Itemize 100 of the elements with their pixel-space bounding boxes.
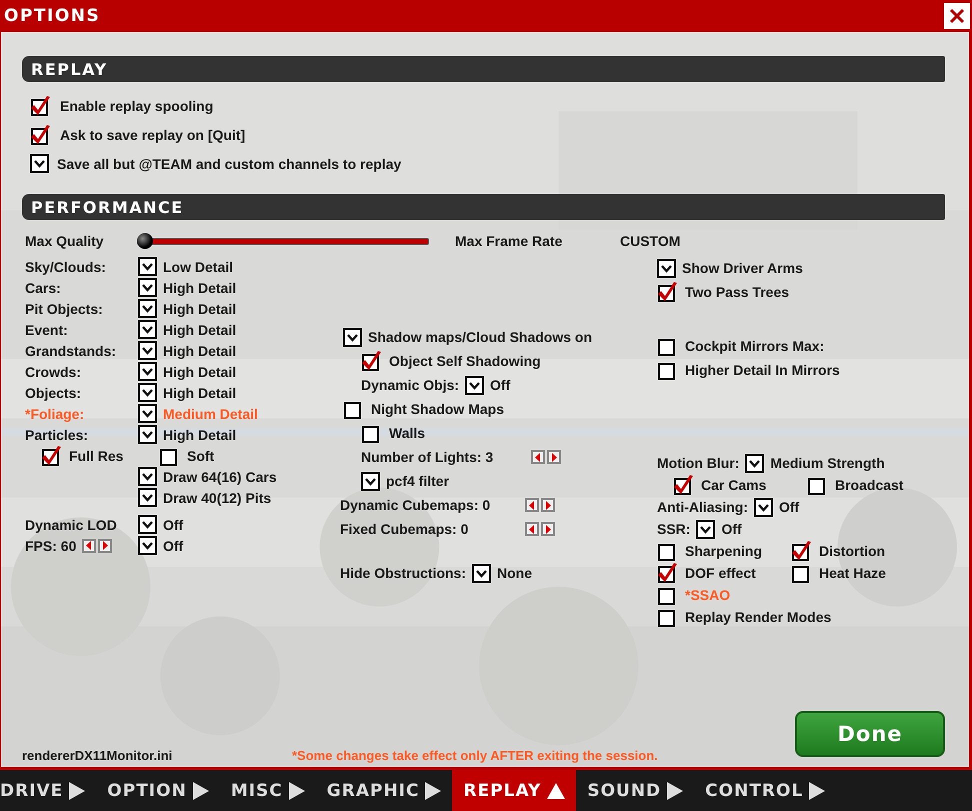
option-label: Particles: bbox=[25, 426, 88, 442]
checkbox[interactable] bbox=[657, 562, 679, 584]
dropdown-button[interactable] bbox=[657, 258, 676, 278]
tab[interactable]: SOUND bbox=[576, 770, 694, 811]
dropdown-button[interactable] bbox=[138, 488, 157, 507]
left-arrow-button[interactable] bbox=[525, 498, 539, 512]
dropdown-button[interactable] bbox=[465, 376, 484, 394]
dropdown-button[interactable] bbox=[754, 498, 773, 516]
dropdown-button[interactable] bbox=[138, 425, 157, 444]
window-title: OPTIONS bbox=[4, 6, 100, 26]
option-label: Off bbox=[779, 499, 800, 515]
right-arrow-button[interactable] bbox=[98, 538, 112, 552]
option-label: Draw 64(16) Cars bbox=[163, 468, 277, 484]
option-label: Shadow maps/Cloud Shadows on bbox=[368, 329, 592, 345]
option-label: Grandstands: bbox=[25, 342, 116, 358]
section-title: PERFORMANCE bbox=[31, 198, 184, 216]
option-label: Cockpit Mirrors Max: bbox=[685, 338, 824, 354]
play-icon bbox=[69, 782, 86, 800]
left-arrow-button[interactable] bbox=[525, 522, 539, 536]
left-arrow-button[interactable] bbox=[82, 538, 96, 552]
option-label: Max Frame Rate bbox=[455, 233, 564, 249]
dropdown-button[interactable] bbox=[138, 278, 157, 297]
right-triangle-icon bbox=[544, 524, 552, 534]
option-label: Distortion bbox=[819, 543, 886, 559]
play-icon bbox=[809, 782, 826, 800]
play-icon bbox=[288, 782, 305, 800]
left-arrow-button[interactable] bbox=[531, 450, 545, 464]
option-label: Fixed Cubemaps: 0 bbox=[340, 521, 468, 537]
option-label: Max Quality bbox=[25, 233, 105, 249]
option-label: Medium Detail bbox=[163, 406, 258, 422]
dropdown-button[interactable] bbox=[138, 383, 157, 402]
option-label: Objects: bbox=[25, 384, 82, 400]
right-arrow-button[interactable] bbox=[541, 522, 555, 536]
dropdown-button[interactable] bbox=[138, 362, 157, 381]
option-label: Save all but @TEAM and custom channels to replay bbox=[57, 156, 402, 172]
left-triangle-icon bbox=[85, 541, 94, 550]
quality-slider[interactable] bbox=[137, 232, 429, 250]
up-triangle-icon bbox=[547, 782, 566, 798]
option-label: High Detail bbox=[163, 364, 236, 380]
option-label: Pit Objects: bbox=[25, 300, 103, 316]
option-label: Number of Lights: 3 bbox=[361, 449, 494, 465]
option-label: Heat Haze bbox=[819, 565, 886, 581]
option-label: High Detail bbox=[163, 426, 236, 442]
tab[interactable]: CONTROL bbox=[694, 770, 836, 811]
tab[interactable]: GRAPHIC bbox=[316, 770, 452, 811]
option-label: High Detail bbox=[163, 342, 236, 358]
done-button[interactable]: Done bbox=[795, 711, 945, 757]
dropdown-button[interactable] bbox=[745, 454, 764, 472]
notice-text: *Some changes take effect only AFTER exiting the session. bbox=[292, 748, 658, 763]
option-label: *Foliage: bbox=[25, 406, 84, 422]
right-arrow-button[interactable] bbox=[541, 498, 555, 512]
play-icon bbox=[425, 782, 442, 800]
dropdown-button[interactable] bbox=[138, 320, 157, 339]
option-label: pcf4 filter bbox=[386, 473, 450, 489]
checkbox[interactable] bbox=[657, 281, 679, 303]
option-label: Sky/Clouds: bbox=[25, 258, 106, 274]
option-label: Cars: bbox=[25, 280, 61, 296]
option-label: Walls bbox=[389, 425, 426, 441]
tab[interactable]: OPTION bbox=[96, 770, 220, 811]
dropdown-button[interactable] bbox=[138, 404, 157, 423]
option-label: Off bbox=[163, 516, 184, 532]
tab[interactable]: DRIVE bbox=[0, 770, 96, 811]
option-label: Off bbox=[163, 538, 184, 554]
dropdown-button[interactable] bbox=[138, 341, 157, 360]
option-label: Medium Strength bbox=[770, 455, 885, 471]
dropdown-button[interactable] bbox=[472, 564, 492, 582]
dropdown-button[interactable] bbox=[30, 154, 49, 173]
close-button[interactable] bbox=[944, 3, 970, 29]
dropdown-button[interactable] bbox=[138, 299, 157, 318]
dropdown-button[interactable] bbox=[343, 328, 362, 346]
option-label: Car Cams bbox=[701, 477, 768, 493]
right-arrow-button[interactable] bbox=[547, 450, 561, 464]
close-icon bbox=[948, 7, 966, 25]
option-label: Dynamic LOD bbox=[25, 516, 117, 532]
dropdown-button[interactable] bbox=[138, 257, 157, 276]
option-label: FPS: 60 bbox=[25, 538, 76, 554]
tab[interactable]: REPLAY bbox=[452, 770, 576, 811]
option-label: Off bbox=[490, 377, 510, 393]
dropdown-button[interactable] bbox=[696, 520, 716, 538]
dropdown-button[interactable] bbox=[138, 467, 157, 486]
option-label: Dynamic Cubemaps: 0 bbox=[340, 497, 490, 513]
option-label: High Detail bbox=[163, 322, 236, 338]
dropdown-button[interactable] bbox=[361, 472, 380, 490]
dropdown-button[interactable] bbox=[138, 536, 157, 555]
option-label: Low Detail bbox=[163, 258, 234, 274]
option-label: Sharpening bbox=[685, 543, 764, 559]
option-label: Enable replay spooling bbox=[60, 98, 214, 114]
option-label: Motion Blur: bbox=[657, 455, 740, 471]
right-triangle-icon bbox=[544, 500, 552, 510]
left-triangle-icon bbox=[528, 500, 536, 510]
option-label: Two Pass Trees bbox=[685, 284, 790, 300]
section-title: REPLAY bbox=[31, 60, 108, 78]
option-label: Anti-Aliasing: bbox=[657, 499, 748, 515]
option-label: Event: bbox=[25, 322, 68, 338]
option-label: Dynamic Objs: bbox=[361, 377, 460, 393]
tab[interactable]: MISC bbox=[220, 770, 316, 811]
option-label: Show Driver Arms bbox=[682, 260, 803, 276]
left-triangle-icon bbox=[528, 524, 536, 534]
dropdown-button[interactable] bbox=[138, 515, 157, 534]
play-icon bbox=[192, 782, 209, 800]
